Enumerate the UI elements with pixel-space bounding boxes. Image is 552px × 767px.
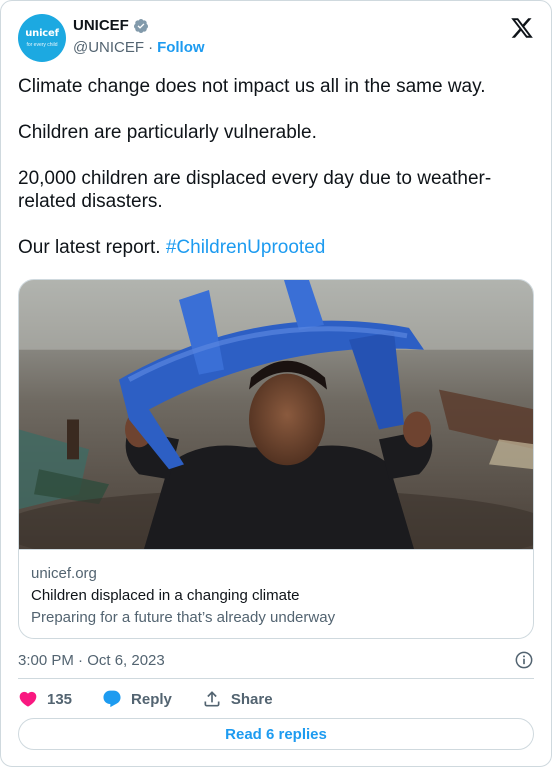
tweet-paragraph-4-prefix: Our latest report. [18, 237, 166, 258]
reply-label: Reply [131, 690, 172, 708]
action-bar: 135 Reply Share [18, 686, 273, 712]
read-replies-button[interactable]: Read 6 replies [18, 718, 534, 750]
x-logo-icon[interactable] [510, 16, 534, 40]
avatar-logo-word: unicef [25, 28, 59, 39]
link-preview-image [19, 280, 533, 550]
share-label: Share [230, 690, 273, 708]
handle-row: @UNICEF · Follow [73, 39, 205, 56]
heart-icon [19, 691, 37, 707]
link-domain: unicef.org [31, 565, 97, 582]
avatar-logo-tag: for every child [26, 42, 58, 48]
follow-button[interactable]: Follow [157, 39, 205, 56]
tweet-header: unicef for every child UNICEF @UNICEF · … [18, 14, 534, 64]
name-row: UNICEF [73, 17, 149, 34]
share-button[interactable]: Share [202, 689, 273, 709]
link-title: Children displaced in a changing climate [31, 587, 300, 604]
timestamp-row: 3:00 PM · Oct 6, 2023 [18, 648, 534, 672]
like-count: 135 [47, 690, 73, 708]
verified-badge-icon [133, 18, 148, 33]
tweet-text: Climate change does not impact us all in… [18, 75, 528, 259]
display-name[interactable]: UNICEF [73, 17, 129, 34]
tweet-paragraph-1: Climate change does not impact us all in… [18, 76, 486, 97]
handle[interactable]: @UNICEF [73, 39, 144, 56]
reply-button[interactable]: Reply [102, 689, 172, 709]
hashtag-link[interactable]: #ChildrenUprooted [166, 237, 326, 258]
avatar[interactable]: unicef for every child [18, 14, 66, 62]
tweet-paragraph-2: Children are particularly vulnerable. [18, 122, 317, 143]
info-icon[interactable] [514, 650, 534, 670]
share-upload-icon [204, 691, 220, 707]
tweet-card: unicef for every child UNICEF @UNICEF · … [0, 0, 552, 767]
link-preview-meta: unicef.org Children displaced in a chang… [31, 564, 521, 628]
link-description: Preparing for a future that’s already un… [31, 609, 336, 626]
like-button[interactable]: 135 [18, 689, 72, 709]
link-preview-card[interactable]: unicef.org Children displaced in a chang… [18, 279, 534, 639]
divider [18, 678, 534, 679]
tweet-paragraph-3: 20,000 children are displaced every day … [18, 168, 492, 212]
reply-bubble-icon [103, 690, 121, 708]
separator-dot: · [148, 39, 154, 56]
tweet-timestamp[interactable]: 3:00 PM · Oct 6, 2023 [18, 652, 165, 669]
